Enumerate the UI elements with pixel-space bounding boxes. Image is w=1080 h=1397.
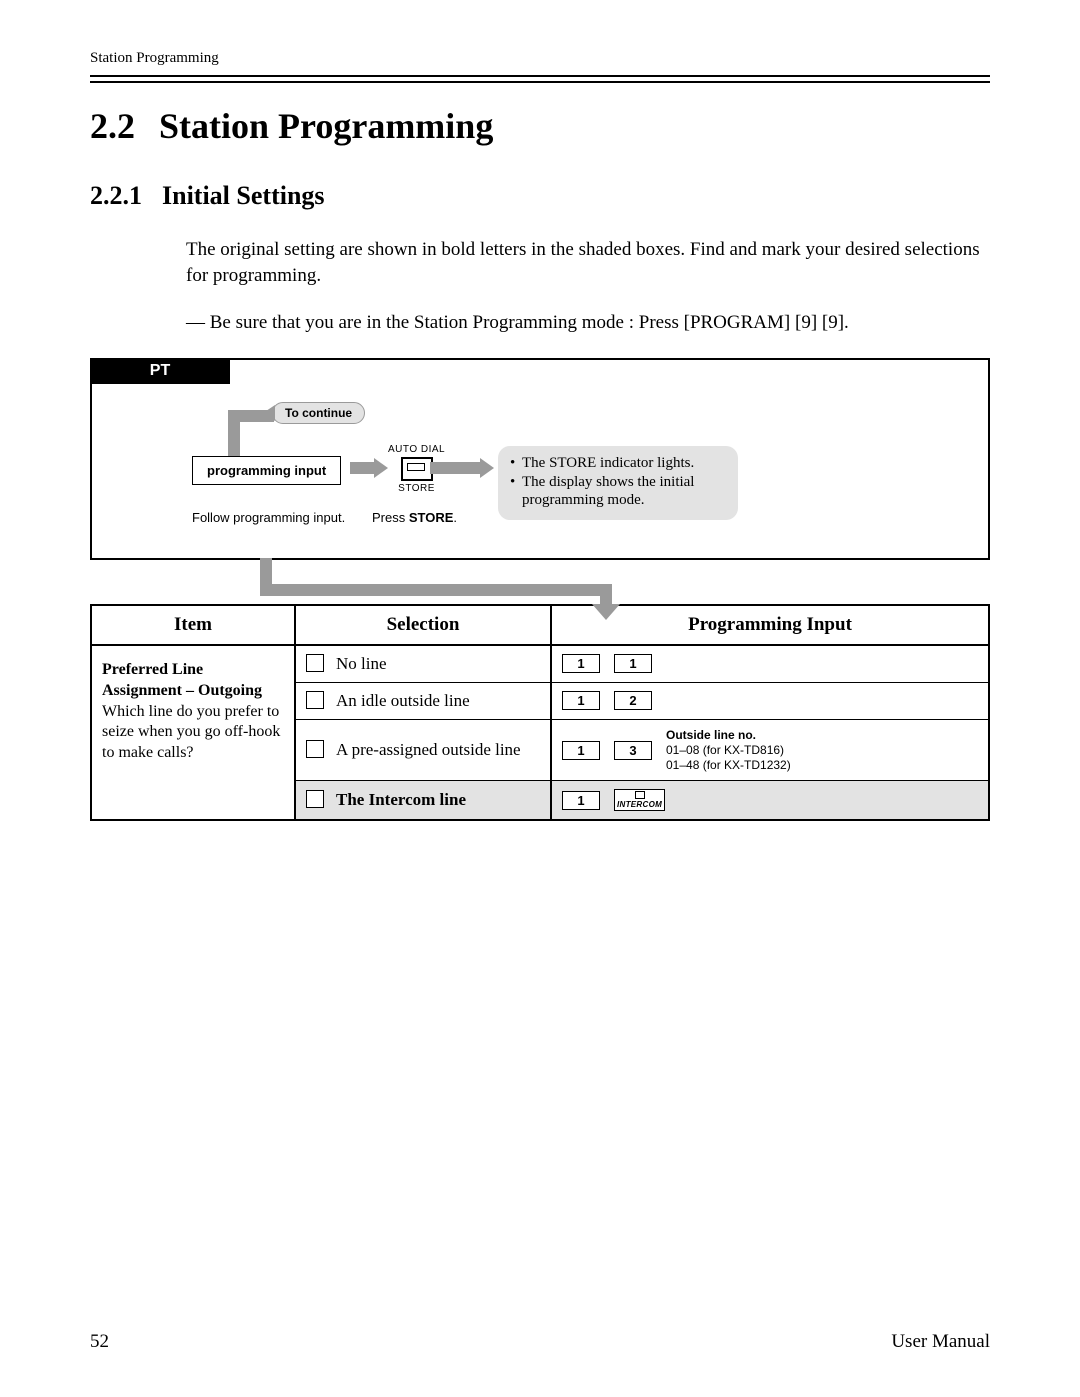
key-1: 1 bbox=[562, 691, 600, 710]
press-store-text: Press STORE. bbox=[372, 510, 457, 525]
key-1: 1 bbox=[614, 654, 652, 673]
programming-table: Item Selection Programming Input Preferr… bbox=[90, 604, 990, 821]
doc-title: User Manual bbox=[891, 1331, 990, 1353]
pt-diagram: PT To continue programming input Follow … bbox=[90, 358, 990, 560]
section-number: 2.2 bbox=[90, 106, 135, 146]
selection-checkbox[interactable] bbox=[306, 740, 324, 758]
store-key-icon bbox=[401, 457, 433, 481]
flow-arrow-right-icon bbox=[430, 462, 482, 474]
subsection-number: 2.2.1 bbox=[90, 181, 142, 210]
selection-checkbox[interactable] bbox=[306, 654, 324, 672]
key-2: 2 bbox=[614, 691, 652, 710]
section-heading: 2.2 Station Programming bbox=[90, 105, 990, 147]
press-store-post: . bbox=[453, 510, 457, 525]
selection-label: An idle outside line bbox=[336, 691, 470, 710]
input-cell: 13 Outside line no.01–08 (for KX-TD816)01… bbox=[551, 719, 989, 780]
th-selection: Selection bbox=[295, 605, 551, 645]
outside-line-note: Outside line no.01–08 (for KX-TD816)01–4… bbox=[666, 728, 791, 772]
callout-line-1: The STORE indicator lights. bbox=[522, 454, 694, 473]
item-desc: Which line do you prefer to seize when y… bbox=[102, 702, 284, 764]
selection-cell: The Intercom line bbox=[295, 781, 551, 821]
page: Station Programming 2.2 Station Programmi… bbox=[0, 0, 1080, 1397]
input-cell: 12 bbox=[551, 682, 989, 719]
follow-programming-text: Follow programming input. bbox=[192, 510, 345, 525]
page-footer: 52 User Manual bbox=[90, 1331, 990, 1353]
th-item: Item bbox=[91, 605, 295, 645]
running-header: Station Programming bbox=[90, 50, 990, 67]
item-title: Preferred Line Assignment – Outgoing bbox=[102, 660, 284, 702]
key-1: 1 bbox=[562, 791, 600, 810]
press-store-pre: Press bbox=[372, 510, 409, 525]
programming-input-box: programming input bbox=[192, 456, 341, 485]
subsection-title: Initial Settings bbox=[162, 181, 325, 210]
intro-paragraph: The original setting are shown in bold l… bbox=[186, 237, 990, 288]
store-label: STORE bbox=[388, 483, 445, 494]
subsection-heading: 2.2.1 Initial Settings bbox=[90, 181, 990, 211]
key-1: 1 bbox=[562, 741, 600, 760]
selection-cell: An idle outside line bbox=[295, 682, 551, 719]
pt-content: To continue programming input Follow pro… bbox=[92, 360, 988, 558]
mode-note: — Be sure that you are in the Station Pr… bbox=[186, 310, 990, 336]
key-1: 1 bbox=[562, 654, 600, 673]
header-rule bbox=[90, 75, 990, 83]
callout-line-2: The display shows the initial programmin… bbox=[522, 473, 726, 511]
flow-l-connector bbox=[90, 560, 990, 604]
to-continue-pill: To continue bbox=[272, 402, 365, 424]
flow-arrow-right-icon bbox=[350, 462, 376, 474]
store-callout: •The STORE indicator lights. •The displa… bbox=[498, 446, 738, 520]
press-store-bold: STORE bbox=[409, 510, 454, 525]
input-cell: 1 INTERCOM bbox=[551, 781, 989, 821]
selection-checkbox[interactable] bbox=[306, 790, 324, 808]
key-3: 3 bbox=[614, 741, 652, 760]
section-title: Station Programming bbox=[159, 106, 493, 146]
key-intercom-icon: INTERCOM bbox=[614, 789, 665, 811]
selection-label: No line bbox=[336, 654, 387, 673]
selection-label: A pre-assigned outside line bbox=[336, 740, 521, 759]
input-cell: 11 bbox=[551, 645, 989, 683]
selection-checkbox[interactable] bbox=[306, 691, 324, 709]
auto-dial-label: AUTO DIAL bbox=[388, 444, 445, 455]
item-cell: Preferred Line Assignment – OutgoingWhic… bbox=[91, 645, 295, 820]
selection-cell: A pre-assigned outside line bbox=[295, 719, 551, 780]
selection-label: The Intercom line bbox=[336, 790, 466, 809]
selection-cell: No line bbox=[295, 645, 551, 683]
page-number: 52 bbox=[90, 1331, 109, 1353]
